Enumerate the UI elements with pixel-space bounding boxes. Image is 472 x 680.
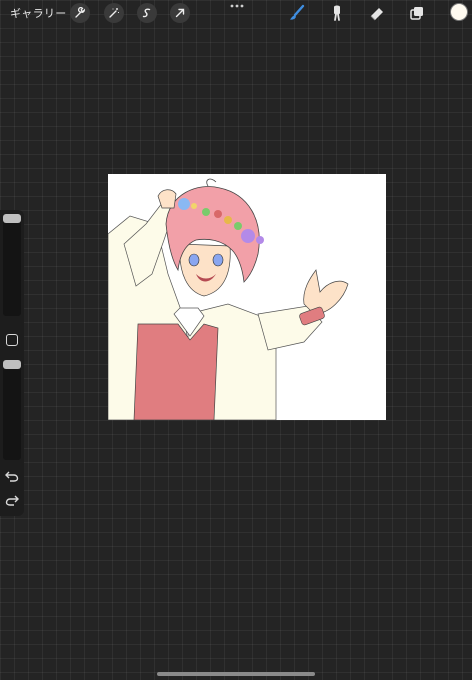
redo-icon[interactable] [5,494,19,506]
undo-icon[interactable] [5,470,19,482]
illustration-icon [108,178,349,420]
left-sidebar [0,210,24,516]
selection-icon[interactable] [137,3,157,23]
eraser-icon[interactable] [368,4,386,22]
gallery-button[interactable]: ギャラリー [10,5,67,21]
top-toolbar: ギャラリー [0,0,472,28]
home-indicator[interactable] [157,672,315,676]
wrench-icon[interactable] [70,3,90,23]
brush-size-slider[interactable] [3,214,21,316]
magic-wand-icon[interactable] [104,3,124,23]
opacity-slider[interactable] [3,360,21,460]
color-picker-button[interactable] [450,3,468,21]
transform-arrow-icon[interactable] [170,3,190,23]
square-icon[interactable] [6,334,18,346]
brush-size-thumb[interactable] [3,214,21,223]
layers-icon[interactable] [408,4,426,22]
smudge-icon[interactable] [328,4,346,22]
opacity-thumb[interactable] [3,360,21,369]
drawing-canvas[interactable] [108,174,386,420]
ellipsis-icon[interactable] [229,0,245,10]
brush-icon[interactable] [288,4,306,22]
